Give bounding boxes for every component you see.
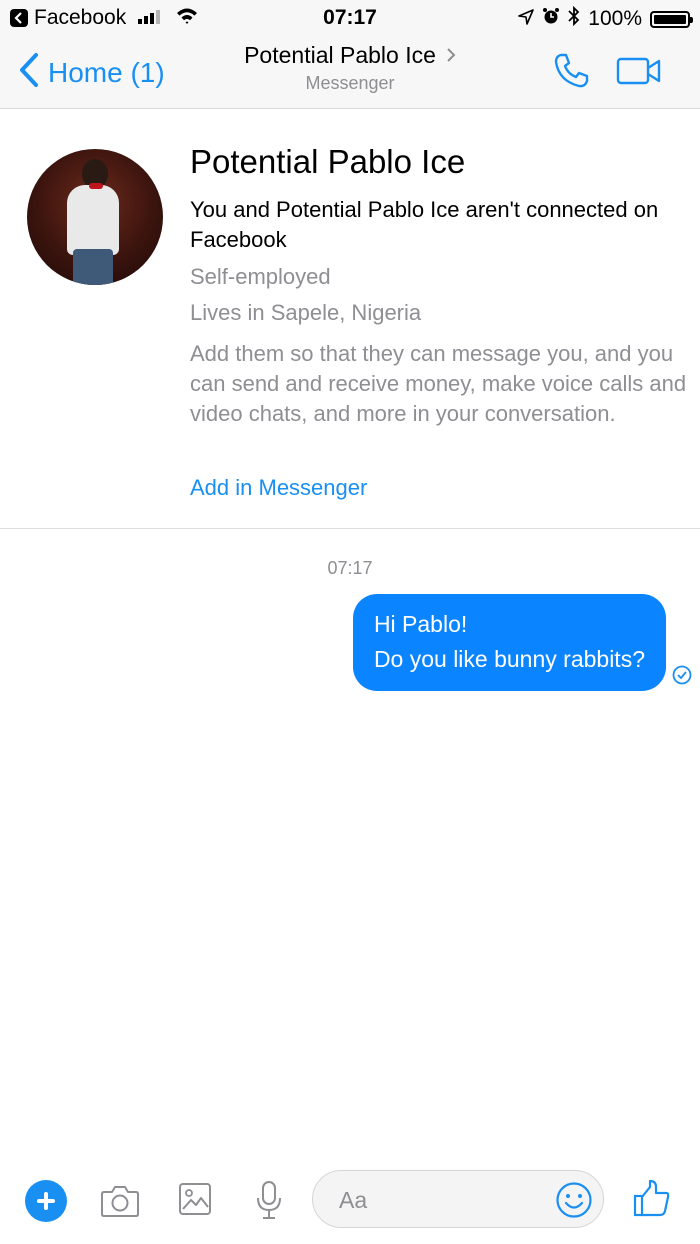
emoji-icon[interactable] bbox=[555, 1181, 593, 1224]
plus-icon[interactable] bbox=[25, 1180, 67, 1222]
battery-icon bbox=[650, 10, 693, 28]
message-input-box[interactable] bbox=[312, 1170, 604, 1228]
microphone-icon[interactable] bbox=[255, 1180, 283, 1225]
message-text-line: Do you like bunny rabbits? bbox=[373, 646, 645, 672]
conversation-subtitle: Messenger bbox=[305, 73, 395, 93]
bluetooth-icon bbox=[568, 5, 580, 32]
conversation-title: Potential Pablo Ice bbox=[244, 42, 436, 68]
battery-percent: 100% bbox=[588, 7, 642, 30]
gallery-icon[interactable] bbox=[178, 1182, 212, 1221]
profile-location: Lives in Sapele, Nigeria bbox=[190, 300, 422, 325]
camera-icon[interactable] bbox=[100, 1184, 140, 1223]
location-arrow-icon bbox=[518, 7, 535, 31]
message-input[interactable] bbox=[337, 1183, 541, 1217]
avatar[interactable] bbox=[27, 149, 163, 285]
profile-card: Potential Pablo Ice You and Potential Pa… bbox=[0, 109, 700, 529]
thumbs-up-icon[interactable] bbox=[632, 1178, 672, 1223]
video-call-icon[interactable] bbox=[616, 56, 662, 91]
sent-message-bubble[interactable]: Hi Pablo! Do you like bunny rabbits? bbox=[352, 594, 666, 691]
message-timestamp: 07:17 bbox=[327, 558, 373, 578]
connection-status: You and Potential Pablo Ice aren't conne… bbox=[190, 197, 659, 252]
chevron-right-icon bbox=[446, 42, 456, 69]
add-in-messenger-link[interactable]: Add in Messenger bbox=[190, 475, 367, 501]
profile-occupation: Self-employed bbox=[190, 264, 331, 289]
alarm-icon bbox=[542, 7, 560, 31]
add-description: Add them so that they can message you, a… bbox=[190, 341, 687, 426]
profile-name: Potential Pablo Ice bbox=[190, 143, 466, 180]
navigation-bar: Home (1) Potential Pablo Ice Messenger bbox=[0, 36, 700, 109]
status-bar: Facebook 07:17 100% bbox=[0, 0, 700, 36]
phone-call-icon[interactable] bbox=[552, 52, 590, 95]
conversation-header[interactable]: Potential Pablo Ice Messenger bbox=[0, 42, 700, 94]
sent-check-icon bbox=[672, 665, 692, 690]
message-composer bbox=[0, 1160, 700, 1244]
message-text-line: Hi Pablo! bbox=[373, 611, 468, 637]
